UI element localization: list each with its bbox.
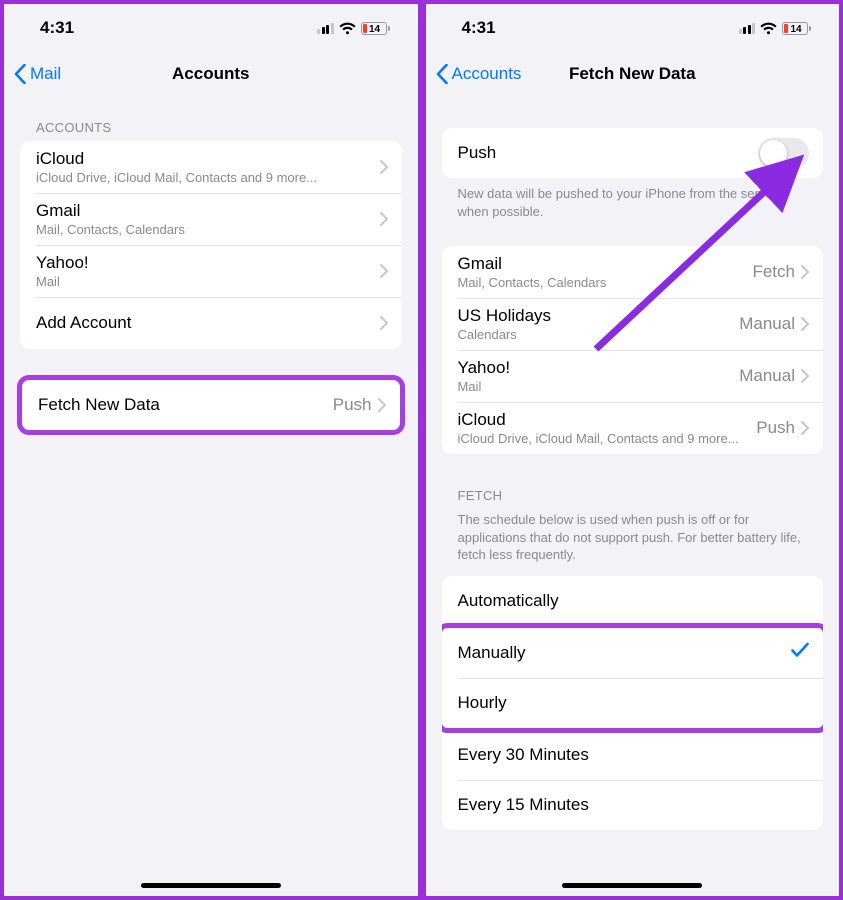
row-title: Add Account xyxy=(36,313,380,333)
account-row-gmail[interactable]: Gmail Mail, Contacts, Calendars Fetch xyxy=(442,246,824,298)
nav-bar: Mail Accounts xyxy=(4,52,418,96)
wifi-icon xyxy=(339,22,356,35)
fetch-option-automatically[interactable]: Automatically xyxy=(442,576,824,626)
battery-icon: 14 xyxy=(361,22,390,35)
section-header-accounts: ACCOUNTS xyxy=(20,96,402,141)
wifi-icon xyxy=(760,22,777,35)
fetch-options-group: Automatically Manually Hourly Every 30 M… xyxy=(442,576,824,830)
fetch-option-hourly[interactable]: Hourly xyxy=(442,678,824,728)
row-value: Push xyxy=(333,395,372,415)
highlight-fetch-new-data: Fetch New Data Push xyxy=(17,375,405,435)
status-time: 4:31 xyxy=(40,18,74,38)
phone-fetch-new-data: 4:31 14 Accounts Fetch New Data xyxy=(422,0,843,900)
fetch-option-every-15[interactable]: Every 15 Minutes xyxy=(442,780,824,830)
back-label: Accounts xyxy=(452,64,522,84)
chevron-right-icon xyxy=(380,212,388,226)
phone-accounts: 4:31 14 Mail Accounts ACC xyxy=(0,0,422,900)
back-button[interactable]: Mail xyxy=(14,64,61,84)
chevron-right-icon xyxy=(801,265,809,279)
row-title: Push xyxy=(458,143,759,163)
push-row: Push xyxy=(442,128,824,178)
row-value: Push xyxy=(756,418,795,438)
fetch-option-manually[interactable]: Manually xyxy=(442,628,824,678)
page-title: Accounts xyxy=(4,64,418,84)
row-title: iCloud xyxy=(36,149,380,169)
chevron-right-icon xyxy=(380,264,388,278)
fetch-footer: The schedule below is used when push is … xyxy=(442,509,824,576)
status-indicators: 14 xyxy=(739,22,812,35)
account-row-us-holidays[interactable]: US Holidays Calendars Manual xyxy=(442,298,824,350)
status-time: 4:31 xyxy=(462,18,496,38)
account-row-yahoo[interactable]: Yahoo! Mail xyxy=(20,245,402,297)
status-bar: 4:31 14 xyxy=(4,4,418,52)
section-header-fetch: FETCH xyxy=(442,454,824,509)
row-subtitle: iCloud Drive, iCloud Mail, Contacts and … xyxy=(458,431,757,446)
home-indicator[interactable] xyxy=(562,883,702,888)
row-title: Automatically xyxy=(458,591,810,611)
cellular-signal-icon xyxy=(317,23,334,34)
account-row-gmail[interactable]: Gmail Mail, Contacts, Calendars xyxy=(20,193,402,245)
chevron-left-icon xyxy=(436,64,448,84)
row-title: Fetch New Data xyxy=(38,395,333,415)
row-subtitle: Mail, Contacts, Calendars xyxy=(458,275,753,290)
accounts-fetch-group: Gmail Mail, Contacts, Calendars Fetch US… xyxy=(442,246,824,454)
fetch-new-data-row[interactable]: Fetch New Data Push xyxy=(22,380,400,430)
back-label: Mail xyxy=(30,64,61,84)
cellular-signal-icon xyxy=(739,23,756,34)
row-subtitle: Mail xyxy=(36,274,380,289)
battery-icon: 14 xyxy=(782,22,811,35)
push-group: Push xyxy=(442,128,824,178)
content: ACCOUNTS iCloud iCloud Drive, iCloud Mai… xyxy=(4,96,418,896)
chevron-left-icon xyxy=(14,64,26,84)
home-indicator[interactable] xyxy=(141,883,281,888)
content: Push New data will be pushed to your iPh… xyxy=(426,96,840,896)
row-title: Manually xyxy=(458,643,792,663)
chevron-right-icon xyxy=(801,421,809,435)
status-indicators: 14 xyxy=(317,22,390,35)
chevron-right-icon xyxy=(380,160,388,174)
row-value: Fetch xyxy=(752,262,795,282)
chevron-right-icon xyxy=(801,369,809,383)
status-bar: 4:31 14 xyxy=(426,4,840,52)
account-row-icloud[interactable]: iCloud iCloud Drive, iCloud Mail, Contac… xyxy=(442,402,824,454)
fetch-option-every-30[interactable]: Every 30 Minutes xyxy=(442,730,824,780)
row-value: Manual xyxy=(739,366,795,386)
push-toggle[interactable] xyxy=(758,138,809,169)
account-row-icloud[interactable]: iCloud iCloud Drive, iCloud Mail, Contac… xyxy=(20,141,402,193)
push-footer: New data will be pushed to your iPhone f… xyxy=(442,178,824,220)
nav-bar: Accounts Fetch New Data xyxy=(426,52,840,96)
chevron-right-icon xyxy=(380,316,388,330)
row-title: US Holidays xyxy=(458,306,740,326)
checkmark-icon xyxy=(791,642,809,663)
row-title: Gmail xyxy=(36,201,380,221)
highlight-fetch-options: Manually Hourly xyxy=(442,623,824,733)
row-subtitle: Calendars xyxy=(458,327,740,342)
row-title: Yahoo! xyxy=(458,358,740,378)
row-title: Hourly xyxy=(458,693,810,713)
row-title: Every 15 Minutes xyxy=(458,795,810,815)
back-button[interactable]: Accounts xyxy=(436,64,522,84)
add-account-row[interactable]: Add Account xyxy=(20,297,402,349)
row-subtitle: iCloud Drive, iCloud Mail, Contacts and … xyxy=(36,170,380,185)
row-value: Manual xyxy=(739,314,795,334)
row-title: Yahoo! xyxy=(36,253,380,273)
row-title: iCloud xyxy=(458,410,757,430)
accounts-group: iCloud iCloud Drive, iCloud Mail, Contac… xyxy=(20,141,402,349)
row-title: Gmail xyxy=(458,254,753,274)
row-title: Every 30 Minutes xyxy=(458,745,810,765)
row-subtitle: Mail xyxy=(458,379,740,394)
chevron-right-icon xyxy=(378,398,386,412)
chevron-right-icon xyxy=(801,317,809,331)
row-subtitle: Mail, Contacts, Calendars xyxy=(36,222,380,237)
account-row-yahoo[interactable]: Yahoo! Mail Manual xyxy=(442,350,824,402)
